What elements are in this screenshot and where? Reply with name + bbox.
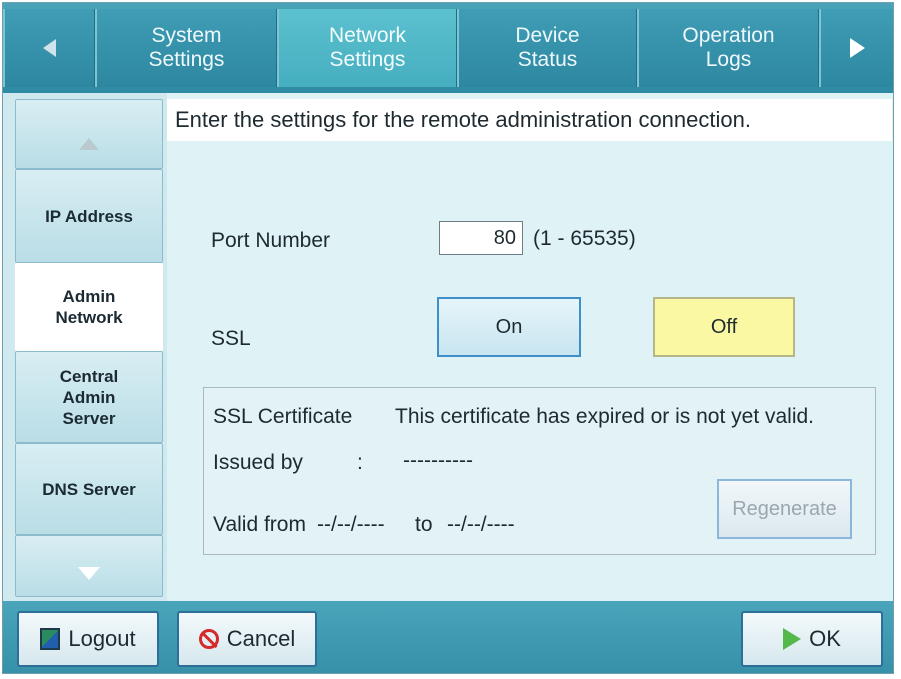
ssl-certificate-label: SSL Certificate [213,405,353,428]
tab-label: Network Settings [328,24,407,71]
bottom-bar: Logout Cancel OK [3,601,893,673]
cancel-icon [198,629,219,649]
issued-by-label: Issued by [213,451,303,474]
cancel-label: Cancel [226,626,296,651]
instruction-text: Enter the settings for the remote admini… [167,99,892,141]
app-screen: System Settings Network Settings Device … [2,2,894,674]
tab-label: Device Status [515,24,580,71]
sidebar-item-ip-address[interactable]: IP Address [15,169,163,263]
logout-label: Logout [68,626,136,651]
sidebar-item-admin-network[interactable]: Admin Network [15,263,163,351]
valid-to-label: to [415,513,433,536]
valid-from-value: --/--/---- [317,513,385,536]
ssl-off-button[interactable]: Off [653,297,795,357]
valid-to-value: --/--/---- [447,513,515,536]
triangle-down-icon [78,566,100,580]
regenerate-button[interactable]: Regenerate [717,479,852,539]
play-arrow-icon [783,628,802,650]
issued-by-value: ---------- [403,449,473,472]
tab-scroll-left-button[interactable] [3,9,95,87]
tab-network-settings[interactable]: Network Settings [277,9,457,87]
main-panel: Enter the settings for the remote admini… [167,93,893,601]
tab-bar: System Settings Network Settings Device … [3,3,893,93]
valid-from-label: Valid from [213,513,306,536]
ssl-on-button[interactable]: On [437,297,581,357]
triangle-left-icon [43,39,56,57]
ssl-label: SSL [211,327,251,350]
sidebar-scroll-up-button[interactable] [15,99,163,169]
sidebar-item-dns-server[interactable]: DNS Server [15,443,163,535]
issued-by-separator: : [357,451,363,474]
sidebar-item-label: IP Address [45,206,133,226]
ssl-certificate-status: This certificate has expired or is not y… [395,405,815,428]
sidebar-item-label: Admin Network [55,287,123,327]
tab-scroll-right-button[interactable] [819,9,893,87]
port-number-label: Port Number [211,229,331,252]
triangle-up-icon [79,138,99,150]
tab-operation-logs[interactable]: Operation Logs [637,9,819,87]
tab-device-status[interactable]: Device Status [457,9,637,87]
sidebar-item-label: DNS Server [42,479,136,499]
sidebar-item-central-admin-server[interactable]: Central Admin Server [15,351,163,443]
ok-button[interactable]: OK [741,611,883,667]
ok-label: OK [809,626,841,651]
tab-system-settings[interactable]: System Settings [95,9,277,87]
sidebar-scroll-down-button[interactable] [15,535,163,597]
tab-label: System Settings [148,24,225,71]
triangle-right-icon [850,38,865,58]
port-number-input[interactable] [439,221,523,255]
port-range-hint: (1 - 65535) [533,227,636,250]
logout-icon [40,628,61,650]
sidebar: IP Address Admin Network Central Admin S… [3,93,167,601]
tab-label: Operation Logs [682,24,775,71]
logout-button[interactable]: Logout [17,611,159,667]
cancel-button[interactable]: Cancel [177,611,317,667]
sidebar-item-label: Central Admin Server [59,366,119,428]
